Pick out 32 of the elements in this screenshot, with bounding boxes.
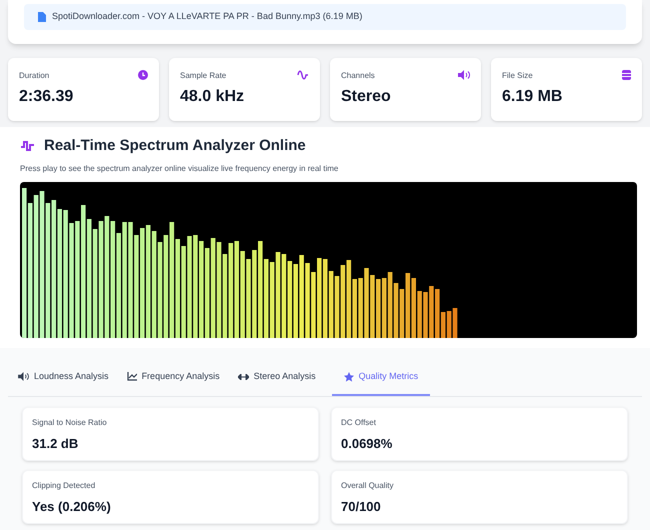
stat-label: Duration xyxy=(19,70,50,82)
section-subtitle: Press play to see the spectrum analyzer online visualize live frequency energy in real time xyxy=(20,163,340,175)
clock-icon xyxy=(138,70,148,80)
metric-label: DC Offset xyxy=(341,416,377,428)
metric-label: Overall Quality xyxy=(341,480,394,492)
tab[interactable]: Frequency Analysis xyxy=(124,364,222,396)
tab[interactable]: Stereo Analysis xyxy=(236,364,318,396)
stat-label: Sample Rate xyxy=(180,70,226,82)
speaker-icon xyxy=(18,372,29,382)
stat-label: Channels xyxy=(341,70,375,82)
line-chart-icon xyxy=(126,372,137,382)
section-title: Real-Time Spectrum Analyzer Online xyxy=(44,136,306,156)
stat-value: 2:36.39 xyxy=(19,86,74,106)
stat-value: Stereo xyxy=(341,86,392,106)
metric-label: Signal to Noise Ratio xyxy=(32,416,108,428)
metric-value: 31.2 dB xyxy=(32,434,80,452)
metric-value: 0.0698% xyxy=(341,434,394,452)
file-name: SpotiDownloader.com - VOY A LLeVARTE PA PR - Bad Bunny.mp3 (6.19 MB) xyxy=(52,10,362,23)
metric-value: 70/100 xyxy=(341,498,382,516)
waveform-icon xyxy=(297,70,309,80)
metric-value: Yes (0.206%) xyxy=(32,498,112,516)
file-icon xyxy=(38,12,46,22)
star-icon xyxy=(344,372,354,382)
stat-label: File Size xyxy=(502,70,533,82)
tab[interactable]: Loudness Analysis xyxy=(16,364,111,396)
stat-value: 48.0 kHz xyxy=(180,86,246,106)
stat-value: 6.19 MB xyxy=(502,86,564,106)
metric-label: Clipping Detected xyxy=(32,480,96,492)
left-right-arrow-icon xyxy=(238,374,249,380)
database-icon xyxy=(622,70,631,80)
speaker-icon xyxy=(458,70,470,80)
waveform-icon xyxy=(20,140,36,152)
